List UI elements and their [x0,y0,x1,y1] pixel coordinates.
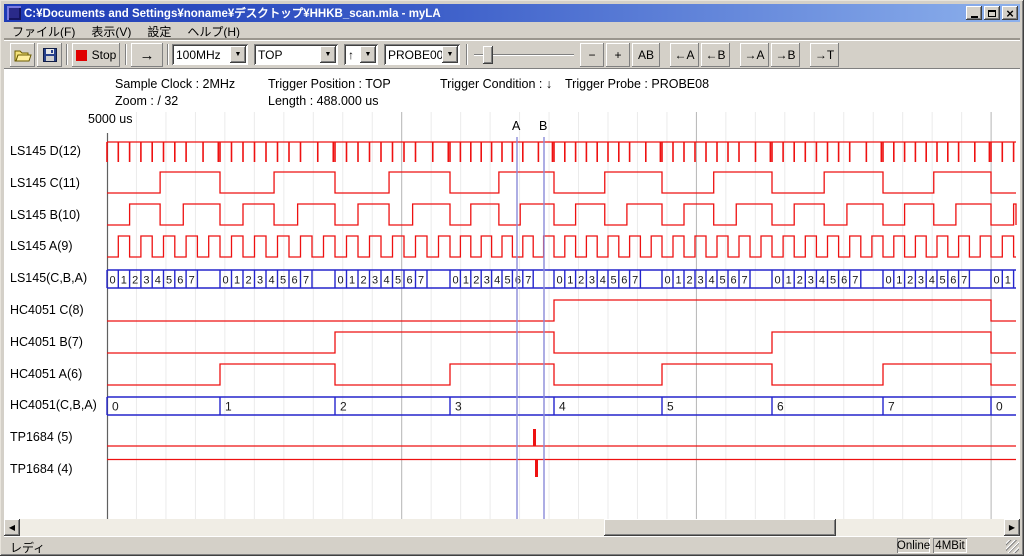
channel-label-10: TP1684 (4) [10,462,73,476]
trigger-probe-info: Trigger Probe : PROBE08 [565,77,709,91]
menu-item-3[interactable]: ヘルプ(H) [179,22,248,41]
toolbar-separator [66,44,68,65]
open-folder-icon [14,48,32,62]
scroll-left-icon: ◀ [9,523,15,532]
chevron-down-icon[interactable]: ▼ [360,46,376,63]
sample-clock-combo[interactable]: 100MHz▼ [172,44,248,65]
trigger-position-info: Trigger Position : TOP [268,77,391,91]
zoom-in-button[interactable]: + [606,43,630,67]
ruler-scale-label: 5000 us [88,112,132,126]
close-icon: × [1006,7,1014,20]
channel-label-0: LS145 D(12) [10,144,81,158]
zoom-out-button[interactable]: − [580,43,604,67]
chevron-down-icon[interactable]: ▼ [442,46,458,63]
trigger-probe-value: PROBE00 [384,48,442,62]
cursor-b-label[interactable]: B [539,119,547,133]
menu-item-0[interactable]: ファイル(F) [4,22,83,41]
maximize-icon [988,10,996,17]
trigger-probe-combo[interactable]: PROBE00▼ [384,44,460,65]
status-bar: レディ Online 4MBit [4,536,1020,553]
cursor-a-label[interactable]: A [512,119,520,133]
scrollbar-thumb[interactable] [604,519,836,536]
toolbar-separator [125,44,127,65]
menu-item-2[interactable]: 設定 [139,22,179,41]
sample-clock-info: Sample Clock : 2MHz [115,77,235,91]
open-file-button[interactable] [10,43,35,67]
stop-button[interactable]: Stop [72,43,120,67]
run-arrow-icon: → [140,47,155,64]
goto-trigger-button[interactable]: →T [810,43,839,67]
scroll-right-icon: ▶ [1009,523,1015,532]
scroll-left-button[interactable]: ◀ [4,519,20,536]
trigger-position-value: TOP [254,48,320,62]
cursor-ab-button[interactable]: AB [632,43,660,67]
trigger-position-combo[interactable]: TOP▼ [254,44,338,65]
chevron-down-icon[interactable]: ▼ [320,46,336,63]
minimize-icon [971,16,978,18]
channel-label-8: HC4051(C,B,A) [10,398,97,412]
trigger-edge-combo[interactable]: ↑▼ [344,44,378,65]
close-button[interactable]: × [1002,6,1018,20]
goto-cursor-a-left-button[interactable]: ←A [670,43,699,67]
goto-cursor-b-left-button[interactable]: ←B [701,43,730,67]
chevron-down-icon[interactable]: ▼ [230,46,246,63]
channel-label-1: LS145 C(11) [10,176,80,190]
scroll-right-button[interactable]: ▶ [1004,519,1020,536]
goto-cursor-b-right-button[interactable]: →B [771,43,800,67]
application-window: 0123456701234567012345670123456701234567… [0,0,1024,556]
maximize-button[interactable] [984,6,1000,20]
sample-clock-value: 100MHz [172,48,230,62]
status-ready-text: レディ [10,539,45,556]
length-info: Length : 488.000 us [268,94,379,108]
channel-label-2: LS145 B(10) [10,208,80,222]
menu-bar: ファイル(F)表示(V)設定ヘルプ(H) [4,22,1020,40]
run-button[interactable]: → [131,43,163,67]
minimize-button[interactable] [966,6,982,20]
window-title: C:¥Documents and Settings¥noname¥デスクトップ¥… [24,5,964,21]
title-bar[interactable]: C:¥Documents and Settings¥noname¥デスクトップ¥… [4,4,1020,22]
menu-item-1[interactable]: 表示(V) [83,22,139,41]
status-online-badge: Online [897,538,930,553]
trigger-condition-info: Trigger Condition : ↓ [440,77,552,91]
stop-label: Stop [92,48,117,62]
channel-label-9: TP1684 (5) [10,430,73,444]
waveform-panel[interactable] [4,68,1020,519]
status-memory-badge: 4MBit [933,538,967,553]
trigger-edge-value: ↑ [344,48,360,62]
resize-grip[interactable] [1006,540,1019,553]
toolbar-separator [167,44,169,65]
toolbar: Stop → 100MHz▼TOP▼↑▼PROBE00▼ −+AB←A←B→A→… [4,40,1020,68]
channel-label-6: HC4051 B(7) [10,335,83,349]
floppy-disk-icon [43,48,57,62]
app-icon [7,6,21,20]
zoom-info: Zoom : / 32 [115,94,178,108]
stop-icon [76,50,87,61]
horizontal-scrollbar[interactable]: ◀ ▶ [4,519,1020,536]
zoom-slider-thumb[interactable] [483,46,493,64]
save-file-button[interactable] [37,43,62,67]
goto-cursor-a-right-button[interactable]: →A [740,43,769,67]
channel-label-7: HC4051 A(6) [10,367,82,381]
channel-label-3: LS145 A(9) [10,239,73,253]
toolbar-separator [466,44,468,65]
channel-label-5: HC4051 C(8) [10,303,84,317]
channel-label-4: LS145(C,B,A) [10,271,87,285]
